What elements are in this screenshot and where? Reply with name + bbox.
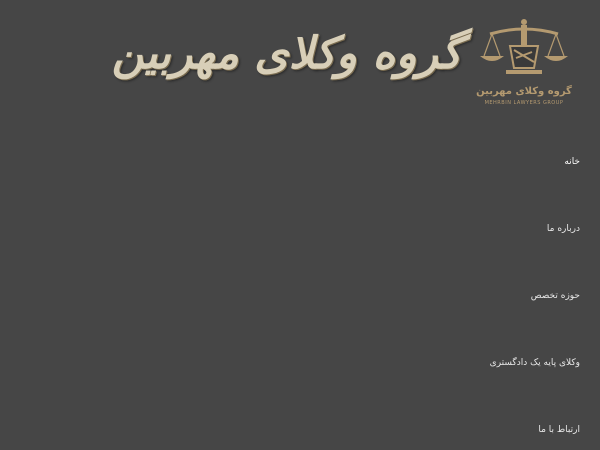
main-nav: خانه درباره ما حوزه تخصص وکلای پایه یک د… [280, 0, 580, 450]
nav-item-about[interactable]: درباره ما [547, 224, 580, 234]
nav-item-contact[interactable]: ارتباط با ما [538, 425, 580, 435]
page: گروه وکلای مهربین MEHRBIN LAWYERS GROUP … [0, 0, 600, 450]
nav-item-expertise[interactable]: حوزه تخصص [531, 291, 580, 301]
nav-item-home[interactable]: خانه [564, 157, 580, 167]
nav-item-lawyers[interactable]: وکلای پایه یک دادگستری [490, 358, 580, 368]
